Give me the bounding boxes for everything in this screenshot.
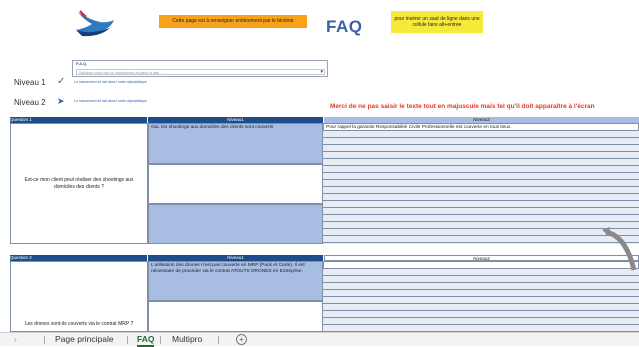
table-row[interactable] <box>323 215 639 222</box>
tab-scroll-left-icon[interactable]: › <box>14 334 17 345</box>
table-row[interactable] <box>323 138 639 145</box>
table-row[interactable] <box>323 283 639 290</box>
level1-hint: Le classement se fait dans l'ordre alpha… <box>74 80 148 84</box>
table-row[interactable] <box>323 145 639 152</box>
table-row[interactable] <box>323 131 639 138</box>
table-row[interactable] <box>323 187 639 194</box>
line-break-note: pour insérer un saut de ligne dans une c… <box>391 11 483 33</box>
table-row[interactable] <box>323 222 639 229</box>
dropdown-caret-icon[interactable]: ▾ <box>320 69 323 75</box>
warning-message: Merci de ne pas saisir le texte tout en … <box>330 103 595 110</box>
add-sheet-icon[interactable]: + <box>236 334 247 345</box>
table-row[interactable] <box>323 325 639 332</box>
tab-page-principale[interactable]: Page principale <box>55 334 114 345</box>
page-title: FAQ <box>326 17 363 36</box>
faq-grid: Question 1 Niveau1 Niveau2 Est-ce mon cl… <box>10 117 639 332</box>
table-row[interactable] <box>323 229 639 236</box>
curved-arrow-icon <box>602 227 637 271</box>
search-input[interactable]: Saisissez votre mot ou sélectionnez-le p… <box>76 69 325 75</box>
question2-answer-level1[interactable]: L'utilisation des drones n'est pas couve… <box>148 261 323 301</box>
tab-faq[interactable]: FAQ <box>137 334 155 347</box>
question2-text[interactable]: Les drones sont-ils couverts via le cont… <box>10 261 148 332</box>
sheet-tab-bar: › Page principale FAQ Multipro + <box>0 332 639 347</box>
question1-answer-level1[interactable]: Oui, les shootings aux domiciles des cli… <box>148 123 323 164</box>
question1-answer-level2[interactable]: Pour rappel la garantie Responsabilité C… <box>323 123 639 131</box>
question1-empty-cell[interactable] <box>148 204 323 244</box>
tab-multipro[interactable]: Multipro <box>172 334 202 345</box>
level2-label: Niveau 2 <box>14 98 46 107</box>
table-row[interactable] <box>323 194 639 201</box>
table-row[interactable] <box>323 269 639 276</box>
check-icon: ✓ <box>57 76 66 87</box>
table-row[interactable] <box>323 166 639 173</box>
level1-label: Niveau 1 <box>14 78 46 87</box>
table-row[interactable] <box>323 318 639 325</box>
table-row[interactable] <box>323 297 639 304</box>
arrow-right-icon: ➤ <box>57 96 65 106</box>
question1-empty-cell[interactable] <box>148 164 323 204</box>
question2-answer-level2[interactable] <box>323 261 639 269</box>
table-row[interactable] <box>323 152 639 159</box>
question1-text[interactable]: Est-ce mon client peut réaliser des shoo… <box>10 123 148 244</box>
search-label: F.A.Q. <box>76 61 88 66</box>
table-row[interactable] <box>323 290 639 297</box>
table-row[interactable] <box>323 311 639 318</box>
table-row[interactable] <box>323 276 639 283</box>
table-row[interactable] <box>323 159 639 166</box>
faq-search-panel: F.A.Q. Saisissez votre mot ou sélectionn… <box>72 60 328 77</box>
table-row[interactable] <box>323 208 639 215</box>
table-row[interactable] <box>323 236 639 243</box>
table-row[interactable] <box>323 304 639 311</box>
question2-empty-cell[interactable] <box>148 301 323 332</box>
level2-hint: Le classement se fait dans l'ordre alpha… <box>74 99 148 103</box>
table-row[interactable] <box>323 201 639 208</box>
binome-note: Cette page est à renseigner entièrement … <box>159 15 307 28</box>
company-logo <box>76 10 114 37</box>
table-row[interactable] <box>323 173 639 180</box>
table-row[interactable] <box>323 180 639 187</box>
